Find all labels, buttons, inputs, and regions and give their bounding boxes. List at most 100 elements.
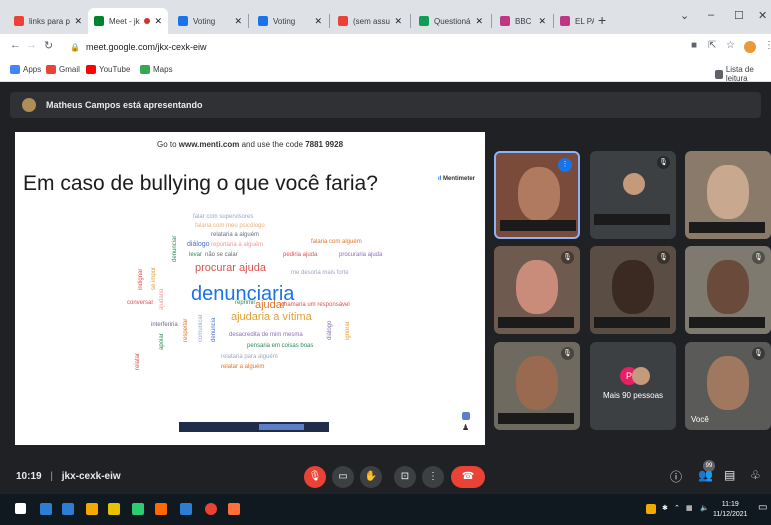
word-cloud-item: diálogo: [187, 241, 210, 248]
taskbar-clock[interactable]: 11:19 11/12/2021: [713, 500, 748, 520]
taskbar-app-icon[interactable]: [155, 503, 167, 515]
notification-icon[interactable]: ▭: [758, 502, 767, 513]
tab-search-chevron-icon[interactable]: ⌄: [680, 9, 689, 22]
redacted-name-bar: [498, 413, 574, 424]
participant-video: [612, 260, 654, 314]
taskbar-app-icon[interactable]: [205, 503, 217, 515]
redacted-name-bar: [594, 317, 670, 328]
volume-icon[interactable]: 🔈: [700, 504, 709, 512]
reload-icon[interactable]: ↻: [44, 39, 53, 52]
tab-bbc[interactable]: BBC News | F ✕: [494, 8, 552, 34]
participant-tile[interactable]: 🎙: [590, 151, 676, 239]
back-arrow-icon[interactable]: ←: [10, 39, 21, 51]
speaking-indicator-icon: ⋮: [558, 158, 572, 172]
taskbar-app-icon[interactable]: [228, 503, 240, 515]
taskbar-app-icon[interactable]: [108, 503, 120, 515]
close-icon[interactable]: ✕: [394, 16, 402, 27]
minimize-button[interactable]: –: [708, 9, 714, 21]
star-icon[interactable]: ☆: [726, 40, 735, 51]
taskbar-app-icon[interactable]: [62, 503, 74, 515]
network-icon[interactable]: ▦: [686, 504, 693, 512]
activities-icon[interactable]: ♧: [750, 468, 761, 482]
word-cloud-item: interferiria: [151, 322, 178, 328]
slide-instructions: Go to www.menti.com and use the code 788…: [15, 140, 485, 149]
bookmark-maps[interactable]: Maps: [140, 65, 173, 74]
taskbar-app-icon[interactable]: [132, 503, 144, 515]
slide-title: Em caso de bullying o que você faria?: [23, 172, 378, 195]
close-icon[interactable]: ✕: [538, 16, 546, 27]
close-icon[interactable]: ✕: [74, 16, 82, 27]
windows-start-icon[interactable]: [15, 503, 26, 514]
reading-list[interactable]: Lista de leitura: [715, 65, 771, 83]
taskbar-app-icon[interactable]: [40, 503, 52, 515]
chat-icon[interactable]: ▤: [724, 468, 735, 482]
tab-voting-2[interactable]: Voting ✕: [252, 8, 328, 34]
participant-tile[interactable]: 🎙: [494, 246, 580, 334]
close-icon[interactable]: ✕: [154, 16, 162, 27]
close-icon[interactable]: ✕: [234, 16, 242, 27]
redacted-name-bar: [594, 214, 670, 225]
participant-tile[interactable]: [685, 151, 771, 239]
mic-off-button[interactable]: 🎙: [304, 466, 326, 488]
tray-app-icon[interactable]: [646, 504, 656, 514]
bookmark-label: YouTube: [99, 65, 131, 74]
tab-elpais[interactable]: EL PAÍS Brasil: [554, 8, 600, 34]
bookmark-gmail[interactable]: Gmail: [46, 65, 80, 74]
mentimeter-label: Mentimeter: [443, 176, 476, 182]
menu-dots-icon[interactable]: ⋮: [764, 40, 771, 51]
info-icon[interactable]: ⓘ: [670, 468, 682, 485]
tab-title: EL PAÍS Brasil: [575, 16, 594, 26]
bluetooth-icon[interactable]: ✱: [662, 504, 668, 512]
word-cloud-item: reportaria à alguém: [211, 242, 264, 248]
tab-voting-1[interactable]: Voting ✕: [172, 8, 248, 34]
tab-title: (sem assunto: [353, 16, 390, 26]
more-options-button[interactable]: ⋮: [422, 466, 444, 488]
redacted-name-bar: [498, 317, 574, 328]
tab-email[interactable]: (sem assunto ✕: [332, 8, 408, 34]
new-tab-button[interactable]: +: [598, 12, 606, 28]
close-icon[interactable]: ✕: [314, 16, 322, 27]
clock-time: 11:19: [721, 501, 739, 508]
bookmark-youtube[interactable]: YouTube: [86, 65, 130, 74]
chevron-up-icon[interactable]: ⌃: [674, 504, 680, 512]
taskbar-app-icon[interactable]: [180, 503, 192, 515]
close-window-button[interactable]: ✕: [758, 9, 767, 22]
word-cloud-item: procuraria ajuda: [339, 252, 383, 258]
raise-hand-button[interactable]: ✋: [360, 466, 382, 488]
meeting-code: jkx-cexk-eiw: [61, 471, 121, 482]
address-bar[interactable]: 🔒 meet.google.com/jkx-cexk-eiw: [62, 37, 672, 57]
leave-call-button[interactable]: ☎: [451, 466, 485, 488]
participant-tile[interactable]: 🎙: [494, 342, 580, 430]
word-cloud-item: relataria para alguém: [221, 354, 278, 360]
word-cloud-item: pensaria em coisas boas: [247, 343, 314, 349]
people-icon[interactable]: 👥: [698, 468, 713, 482]
maximize-button[interactable]: ☐: [734, 9, 744, 22]
participant-tile[interactable]: Você 🎙: [685, 342, 771, 430]
camera-icon: ▭: [338, 471, 348, 482]
extension-icon[interactable]: [744, 41, 756, 53]
forward-arrow-icon[interactable]: →: [26, 39, 37, 51]
forms-favicon-icon: [419, 16, 429, 26]
participant-tile[interactable]: 🎙: [590, 246, 676, 334]
participant-tile[interactable]: 🎙: [685, 246, 771, 334]
tab-meet[interactable]: Meet - jk ✕: [88, 8, 168, 34]
tab-questionario[interactable]: Questionário ✕: [413, 8, 489, 34]
slide-nav-icon[interactable]: [462, 412, 470, 420]
meeting-time: 10:19: [16, 471, 42, 482]
instructions-prefix: Go to: [156, 140, 179, 149]
camera-off-button[interactable]: ▭: [332, 466, 354, 488]
word-cloud-item: relatar: [135, 352, 141, 370]
bookmark-apps[interactable]: Apps: [10, 65, 41, 74]
tab-title: links para pa: [29, 16, 71, 26]
share-icon[interactable]: ⇱: [708, 40, 716, 51]
participant-tile[interactable]: P Mais 90 pessoas: [590, 342, 676, 430]
present-button[interactable]: ⊡: [394, 466, 416, 488]
tab-title: Questionário: [434, 16, 471, 26]
taskbar-app-icon[interactable]: [86, 503, 98, 515]
close-icon[interactable]: ✕: [475, 16, 483, 27]
word-cloud-item: se impor: [151, 266, 157, 290]
camera-icon[interactable]: ■: [691, 40, 697, 51]
participant-tile[interactable]: ⋮: [494, 151, 580, 239]
word-cloud-item: falar com supervisores: [193, 214, 254, 220]
tab-links[interactable]: links para pa ✕: [8, 8, 88, 34]
